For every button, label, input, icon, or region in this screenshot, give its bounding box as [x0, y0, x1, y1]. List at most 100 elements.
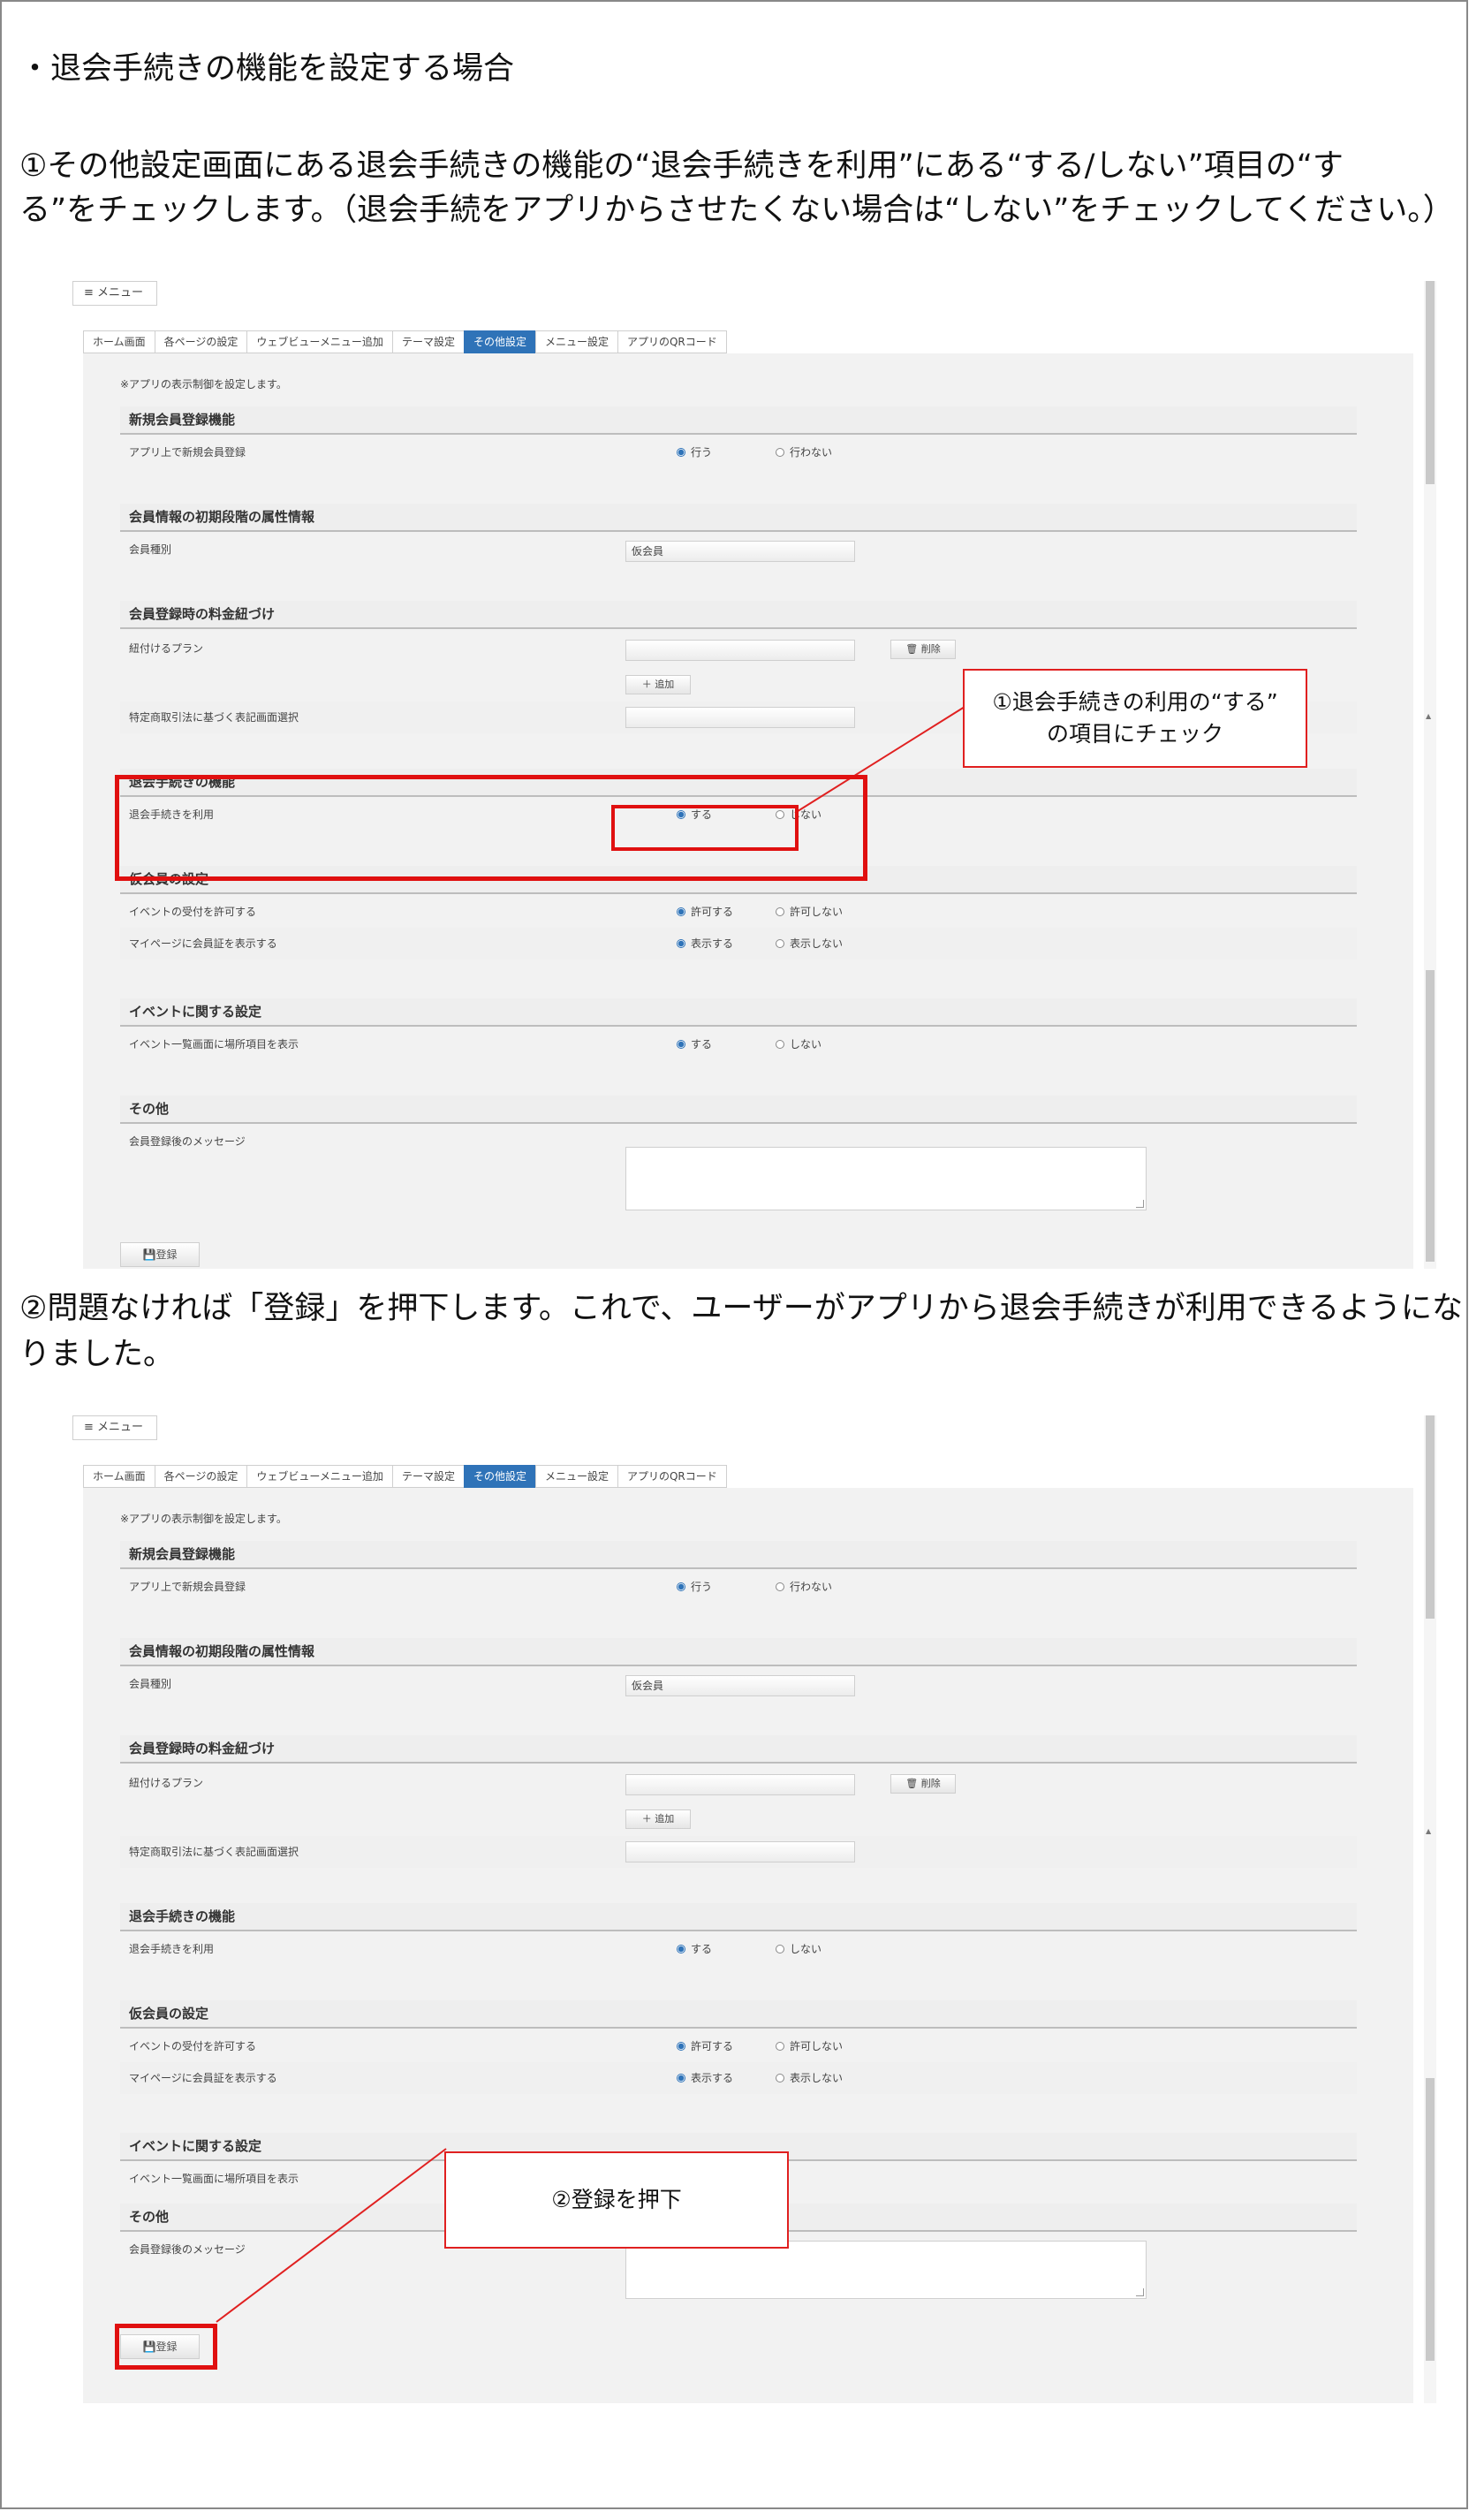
settings-note: ※アプリの表示制御を設定します。 [120, 1513, 287, 1525]
row-app-signup: アプリ上で新規会員登録 行う 行わない [120, 436, 1357, 468]
callout-step1-line2: の項目にチェック [1046, 721, 1223, 747]
tab-webview-menu[interactable]: ウェブビューメニュー追加 [246, 330, 393, 353]
radio-allow[interactable]: 許可する [677, 896, 733, 928]
tab-page-settings[interactable]: 各ページの設定 [154, 1465, 248, 1488]
radio-withdraw-no[interactable]: しない [776, 1933, 822, 1965]
radio-unchecked-icon [776, 1040, 784, 1049]
scroll-thumb-lower[interactable] [1426, 970, 1435, 1262]
scroll-thumb[interactable] [1426, 1415, 1435, 1619]
scrollbar[interactable]: ▲ [1424, 1415, 1436, 2403]
add-plan-button[interactable]: ＋ 追加 [625, 675, 691, 694]
tab-other-settings[interactable]: その他設定 [463, 330, 536, 353]
radio-checked-icon [677, 1040, 685, 1049]
radio-show-card[interactable]: 表示する [677, 928, 733, 960]
section-fee: 会員登録時の料金紐づけ [120, 1735, 1357, 1764]
save-button[interactable]: 💾登録 [120, 1242, 200, 1267]
delete-plan-button[interactable]: 🗑 削除 [890, 1774, 956, 1794]
radio-signup-dont[interactable]: 行わない [776, 1571, 832, 1603]
row-label: イベントの受付を許可する [129, 2040, 257, 2052]
tab-home[interactable]: ホーム画面 [83, 1465, 155, 1488]
after-message-textarea[interactable] [625, 1147, 1147, 1210]
tab-theme[interactable]: テーマ設定 [391, 330, 465, 353]
row-label: 紐付けるプラン [129, 1777, 204, 1789]
settings-note: ※アプリの表示制御を設定します。 [120, 378, 287, 391]
section-withdraw: 退会手続きの機能 [120, 1903, 1357, 1931]
radio-unchecked-icon [776, 939, 784, 948]
section-new-member: 新規会員登録機能 [120, 406, 1357, 435]
step2-line1: ②問題なければ「登録」を押下します。これで、ユーザーがアプリから退会手続きが利用… [19, 1291, 1464, 1326]
tab-theme[interactable]: テーマ設定 [391, 1465, 465, 1488]
tab-page-settings[interactable]: 各ページの設定 [154, 330, 248, 353]
section-other: その他 [120, 1096, 1357, 1124]
radio-unchecked-icon [776, 2042, 784, 2051]
tab-qr-code[interactable]: アプリのQRコード [617, 330, 727, 353]
step1-line2: る”をチェックします。（退会手続をアプリからさせたくない場合は“しない”をチェッ… [19, 193, 1454, 228]
radio-checked-icon [677, 907, 685, 916]
radio-signup-dont[interactable]: 行わない [776, 436, 832, 468]
row-label: マイページに会員証を表示する [129, 2072, 277, 2084]
scroll-thumb-lower[interactable] [1426, 2078, 1435, 2361]
radio-withdraw-yes[interactable]: する [677, 1933, 712, 1965]
row-label: 会員種別 [129, 1678, 172, 1690]
tab-menu-settings[interactable]: メニュー設定 [534, 330, 618, 353]
heading: ・退会手続きの機能を設定する場合 [19, 51, 515, 87]
radio-disallow[interactable]: 許可しない [776, 2030, 843, 2062]
scroll-thumb[interactable] [1426, 281, 1435, 484]
radio-unchecked-icon [776, 2074, 784, 2082]
tab-menu-settings[interactable]: メニュー設定 [534, 1465, 618, 1488]
delete-plan-button[interactable]: 🗑 削除 [890, 640, 956, 659]
radio-place-no[interactable]: しない [776, 1028, 822, 1060]
after-message-textarea[interactable] [625, 2241, 1147, 2299]
tab-qr-code[interactable]: アプリのQRコード [617, 1465, 727, 1488]
radio-show-card[interactable]: 表示する [677, 2062, 733, 2094]
radio-allow[interactable]: 許可する [677, 2030, 733, 2062]
row-show-card: マイページに会員証を表示する 表示する 表示しない [120, 2062, 1357, 2094]
row-show-card: マイページに会員証を表示する 表示する 表示しない [120, 928, 1357, 960]
radio-hide-card[interactable]: 表示しない [776, 2062, 843, 2094]
row-app-signup: アプリ上で新規会員登録 行う 行わない [120, 1571, 1357, 1603]
menu-button[interactable]: ≡ メニュー [72, 1415, 157, 1440]
row-label: アプリ上で新規会員登録 [129, 1581, 246, 1593]
step1-line1: ①その他設定画面にある退会手続きの機能の“退会手続きを利用”にある“する/しない… [19, 148, 1344, 184]
tab-home[interactable]: ホーム画面 [83, 330, 155, 353]
radio-place-yes[interactable]: する [677, 1028, 712, 1060]
member-type-select[interactable]: 仮会員 [625, 1675, 855, 1696]
callout-step1-line1: ①退会手続きの利用の“する” [992, 689, 1278, 715]
tokusho-select[interactable] [625, 1841, 855, 1862]
radio-checked-icon [677, 2074, 685, 2082]
add-plan-button[interactable]: ＋ 追加 [625, 1809, 691, 1829]
plan-select[interactable] [625, 640, 855, 661]
radio-signup-do[interactable]: 行う [677, 436, 712, 468]
menu-button[interactable]: ≡ メニュー [72, 281, 157, 306]
member-type-select[interactable]: 仮会員 [625, 541, 855, 562]
tokusho-select[interactable] [625, 707, 855, 728]
row-label: イベント一覧画面に場所項目を表示 [129, 2173, 299, 2185]
tab-bar: ホーム画面 各ページの設定 ウェブビューメニュー追加 テーマ設定 その他設定 メ… [83, 330, 727, 353]
scroll-up-arrow-icon[interactable]: ▲ [1426, 1827, 1431, 1835]
section-initial-attr: 会員情報の初期段階の属性情報 [120, 1638, 1357, 1666]
row-label: 紐付けるプラン [129, 642, 204, 655]
radio-signup-do[interactable]: 行う [677, 1571, 712, 1603]
callout-step1: ①退会手続きの利用の“する” の項目にチェック [963, 669, 1307, 768]
radio-checked-icon [677, 2042, 685, 2051]
step2-line2: りました。 [19, 1337, 175, 1372]
row-label: イベントの受付を許可する [129, 906, 257, 918]
scrollbar[interactable]: ▲ [1424, 281, 1436, 1269]
callout-step2: ②登録を押下 [444, 2151, 789, 2249]
radio-checked-icon [677, 448, 685, 457]
tab-webview-menu[interactable]: ウェブビューメニュー追加 [246, 1465, 393, 1488]
row-label: マイページに会員証を表示する [129, 937, 277, 950]
section-fee: 会員登録時の料金紐づけ [120, 601, 1357, 629]
row-label: 特定商取引法に基づく表記画面選択 [129, 711, 299, 724]
row-label: 会員登録後のメッセージ [129, 1135, 246, 1148]
plan-select[interactable] [625, 1774, 855, 1795]
section-new-member: 新規会員登録機能 [120, 1541, 1357, 1569]
radio-hide-card[interactable]: 表示しない [776, 928, 843, 960]
radio-unchecked-icon [776, 1945, 784, 1953]
radio-disallow[interactable]: 許可しない [776, 896, 843, 928]
scroll-up-arrow-icon[interactable]: ▲ [1426, 712, 1431, 720]
row-allow-event: イベントの受付を許可する 許可する 許可しない [120, 896, 1357, 928]
tab-other-settings[interactable]: その他設定 [463, 1465, 536, 1488]
row-label: 特定商取引法に基づく表記画面選択 [129, 1846, 299, 1858]
row-label: 会員登録後のメッセージ [129, 2243, 246, 2256]
